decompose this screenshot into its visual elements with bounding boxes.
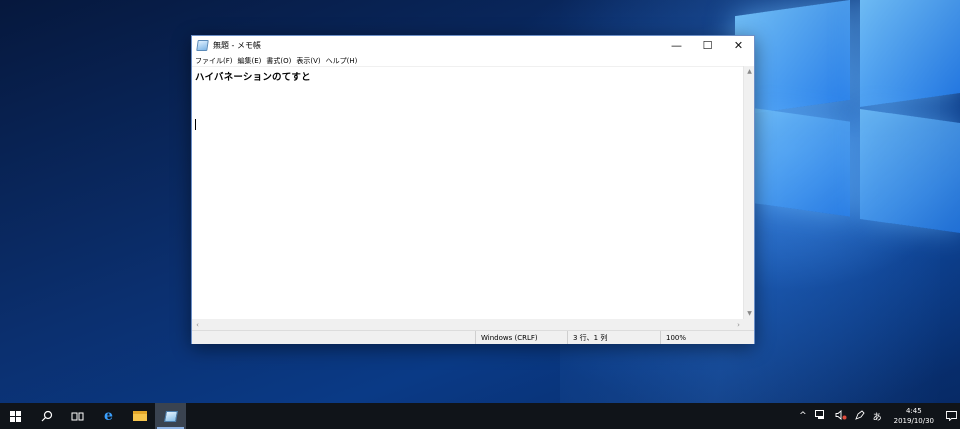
ime-indicator[interactable]: あ bbox=[869, 410, 886, 423]
system-tray: ^ あ 4:45 2019/10/30 bbox=[795, 403, 960, 429]
menu-view[interactable]: 表示(V) bbox=[296, 56, 320, 66]
menu-edit[interactable]: 編集(E) bbox=[238, 56, 262, 66]
search-button[interactable] bbox=[31, 403, 62, 429]
status-zoom: 100% bbox=[660, 331, 754, 344]
scrollbar-corner bbox=[743, 319, 754, 330]
status-bar: Windows (CRLF) 3 行、1 列 100% bbox=[192, 330, 754, 344]
window-title: 無題 - メモ帳 bbox=[213, 41, 261, 50]
taskbar: e ^ あ 4:45 2019/10/30 bbox=[0, 403, 960, 429]
menu-help[interactable]: ヘルプ(H) bbox=[326, 56, 358, 66]
maximize-button[interactable]: ☐ bbox=[692, 36, 723, 55]
title-bar[interactable]: 無題 - メモ帳 — ☐ ✕ bbox=[192, 36, 754, 55]
wallpaper-logo-pane bbox=[860, 0, 960, 108]
editor-text-line: ハイバネーションのてすと bbox=[195, 72, 311, 83]
close-button[interactable]: ✕ bbox=[723, 36, 754, 55]
notepad-window: 無題 - メモ帳 — ☐ ✕ ファイル(F) 編集(E) 書式(O) 表示(V)… bbox=[191, 35, 755, 344]
status-encoding: Windows (CRLF) bbox=[475, 331, 567, 344]
vertical-scrollbar[interactable]: ▲ ▼ bbox=[743, 66, 754, 319]
taskbar-ie[interactable]: e bbox=[93, 403, 124, 429]
status-cursor-position: 3 行、1 列 bbox=[567, 331, 660, 344]
scroll-up-icon[interactable]: ▲ bbox=[744, 66, 755, 77]
notification-button[interactable] bbox=[942, 411, 960, 421]
clock-time: 4:45 bbox=[905, 407, 922, 415]
taskbar-notepad[interactable] bbox=[155, 403, 186, 429]
scroll-left-icon[interactable]: ‹ bbox=[192, 319, 203, 330]
minimize-button[interactable]: — bbox=[661, 36, 692, 55]
volume-muted-icon[interactable] bbox=[831, 409, 851, 423]
internet-explorer-icon: e bbox=[104, 408, 113, 424]
menu-format[interactable]: 書式(O) bbox=[266, 56, 291, 66]
text-editor[interactable]: ハイバネーションのてすと bbox=[192, 66, 744, 319]
menu-bar: ファイル(F) 編集(E) 書式(O) 表示(V) ヘルプ(H) bbox=[192, 55, 754, 66]
task-view-button[interactable] bbox=[62, 403, 93, 429]
wallpaper-logo-pane bbox=[755, 108, 850, 217]
window-controls: — ☐ ✕ bbox=[661, 36, 754, 55]
wallpaper-logo-pane bbox=[860, 108, 960, 234]
taskbar-explorer[interactable] bbox=[124, 403, 155, 429]
search-icon bbox=[41, 410, 52, 422]
task-view-icon bbox=[71, 412, 84, 420]
start-button[interactable] bbox=[0, 403, 31, 429]
pen-icon[interactable] bbox=[851, 409, 869, 423]
chevron-up-icon[interactable]: ^ bbox=[795, 411, 811, 421]
windows-icon bbox=[10, 410, 21, 422]
text-caret bbox=[195, 119, 196, 130]
network-icon[interactable] bbox=[811, 409, 831, 423]
notepad-icon[interactable] bbox=[196, 40, 209, 51]
clock[interactable]: 4:45 2019/10/30 bbox=[886, 406, 942, 426]
horizontal-scrollbar[interactable]: ‹ › bbox=[192, 319, 744, 330]
menu-file[interactable]: ファイル(F) bbox=[195, 56, 233, 66]
clock-date: 2019/10/30 bbox=[893, 417, 934, 425]
notification-icon bbox=[945, 411, 957, 421]
folder-icon bbox=[132, 411, 147, 421]
scroll-down-icon[interactable]: ▼ bbox=[744, 308, 755, 319]
notepad-icon bbox=[163, 410, 178, 422]
